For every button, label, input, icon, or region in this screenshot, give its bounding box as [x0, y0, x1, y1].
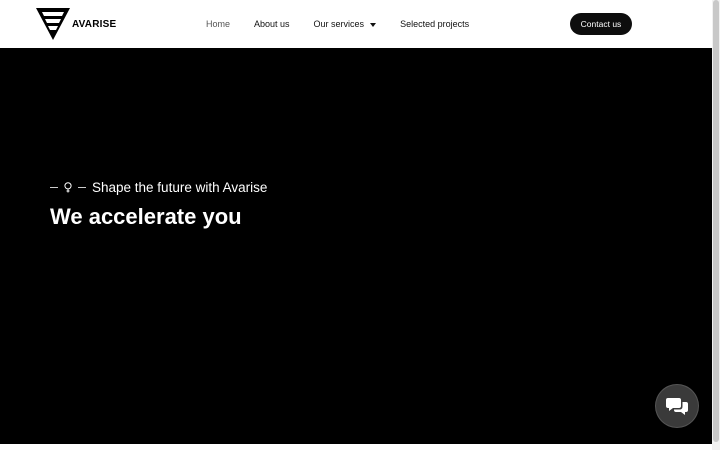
nav-item-home[interactable]: Home — [206, 19, 230, 29]
avarise-logo-icon — [36, 8, 70, 40]
page-scrollbar[interactable] — [712, 0, 720, 450]
main-nav: Home About us Our services Selected proj… — [206, 0, 469, 48]
hero-tagline-text: Shape the future with Avarise — [92, 180, 268, 195]
caret-down-icon — [370, 22, 377, 27]
page-bottom-strip — [0, 444, 712, 450]
nav-item-selected-projects[interactable]: Selected projects — [400, 19, 469, 29]
nav-item-about-us[interactable]: About us — [254, 19, 290, 29]
divider-line — [50, 187, 58, 188]
chat-button[interactable] — [656, 385, 698, 427]
page: AVARISE Home About us Our services Selec… — [0, 0, 720, 450]
site-header: AVARISE Home About us Our services Selec… — [0, 0, 712, 48]
divider-line — [78, 187, 86, 188]
chat-bubbles-icon — [666, 398, 688, 415]
hero-section: Shape the future with Avarise We acceler… — [0, 48, 712, 444]
nav-item-label: Our services — [313, 19, 365, 29]
brand-logo[interactable]: AVARISE — [36, 7, 116, 41]
brand-name: AVARISE — [72, 18, 117, 30]
nav-item-our-services[interactable]: Our services — [314, 19, 377, 29]
scrollbar-thumb[interactable] — [713, 0, 719, 442]
hero-tagline: Shape the future with Avarise — [50, 180, 267, 195]
hero-headline: We accelerate you — [50, 204, 242, 229]
lightbulb-icon — [64, 182, 72, 193]
contact-us-button[interactable]: Contact us — [570, 13, 632, 35]
